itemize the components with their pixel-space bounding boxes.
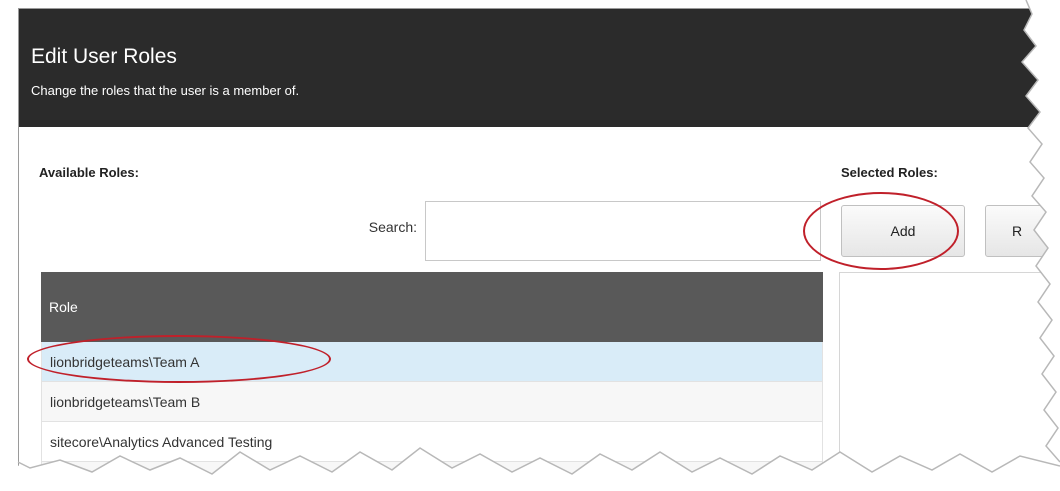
available-roles-table: Role lionbridgeteams\Team A lionbridgete… (41, 272, 823, 479)
add-button[interactable]: Add (841, 205, 965, 257)
remove-button[interactable]: R (985, 205, 1060, 257)
dialog-title: Edit User Roles (31, 45, 177, 68)
table-row[interactable]: lionbridgeteams\Team A (41, 342, 823, 382)
table-row[interactable]: lionbridgeteams\Team B (41, 382, 823, 422)
search-label: Search: (368, 219, 417, 235)
table-row[interactable]: sitecore\Analytics Advanced Testing (41, 422, 823, 462)
dialog-subtitle: Change the roles that the user is a memb… (31, 83, 300, 98)
selected-roles-label: Selected Roles: (841, 165, 938, 180)
dialog-header: Edit User Roles Change the roles that th… (19, 9, 1060, 127)
available-roles-label: Available Roles: (39, 165, 139, 180)
table-row-partial (41, 462, 823, 479)
role-column-header[interactable]: Role (41, 272, 823, 342)
edit-user-roles-dialog: Edit User Roles Change the roles that th… (18, 8, 1060, 479)
search-input[interactable] (425, 201, 821, 261)
selected-roles-list[interactable] (839, 272, 1060, 479)
